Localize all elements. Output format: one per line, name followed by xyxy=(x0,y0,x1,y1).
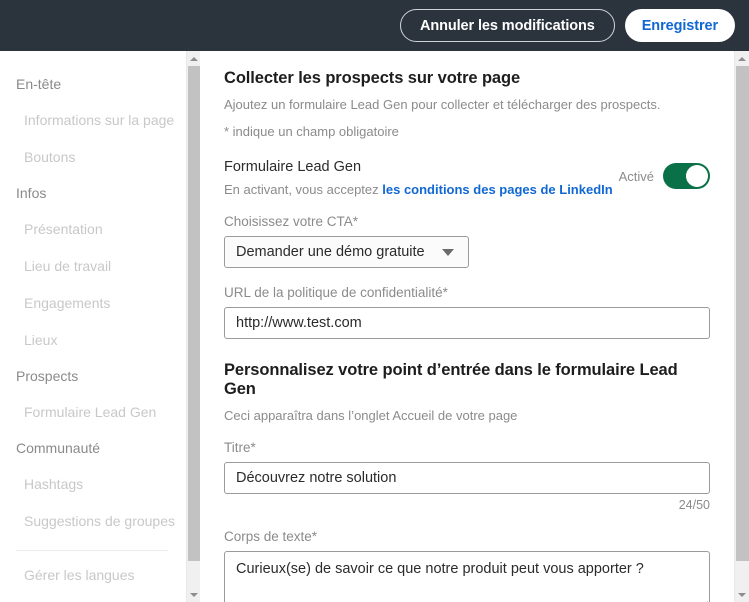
title-field: Titre* 24/50 xyxy=(224,440,710,512)
sidebar-item-lieux[interactable]: Lieux xyxy=(0,322,186,359)
sidebar-item-engagements[interactable]: Engagements xyxy=(0,285,186,322)
body-field: Corps de texte* Expliquez aux membres ce… xyxy=(224,529,710,602)
sidebar-scrollbar[interactable] xyxy=(186,51,201,602)
lead-gen-toggle-row: Formulaire Lead Gen En activant, vous ac… xyxy=(224,158,710,197)
scroll-down-arrow-icon[interactable] xyxy=(187,587,201,602)
toggle-control-block: Activé xyxy=(619,158,710,189)
sidebar-item-presentation[interactable]: Présentation xyxy=(0,211,186,248)
required-field-note: * indique un champ obligatoire xyxy=(224,124,399,139)
lead-gen-form-label: Formulaire Lead Gen xyxy=(224,159,362,175)
body-textarea[interactable] xyxy=(224,551,710,602)
toggle-state-label: Activé xyxy=(618,168,654,184)
title-input[interactable] xyxy=(224,462,710,494)
sidebar-divider xyxy=(16,550,168,551)
linkedin-pages-terms-link[interactable]: les conditions des pages de LinkedIn xyxy=(382,182,612,197)
top-action-bar: Annuler les modifications Enregistrer xyxy=(0,0,749,51)
toggle-knob xyxy=(686,165,708,187)
entry-point-section-title: Personnalisez votre point d’entrée dans … xyxy=(224,361,678,398)
scroll-up-arrow-icon[interactable] xyxy=(187,51,201,66)
save-button[interactable]: Enregistrer xyxy=(624,9,735,42)
scroll-up-arrow-icon[interactable] xyxy=(735,51,749,66)
toggle-text-block: Formulaire Lead Gen En activant, vous ac… xyxy=(224,158,613,197)
privacy-url-field: URL de la politique de confidentialité* xyxy=(224,285,710,339)
scroll-down-arrow-icon[interactable] xyxy=(735,587,749,602)
privacy-url-input[interactable] xyxy=(224,307,710,339)
chevron-down-icon xyxy=(442,249,454,256)
cancel-changes-button[interactable]: Annuler les modifications xyxy=(399,9,615,42)
privacy-url-label: URL de la politique de confidentialité* xyxy=(224,285,448,300)
page-body: En-tête Informations sur la page Boutons In… xyxy=(0,51,749,602)
sidebar-group-infos: Infos xyxy=(16,185,47,201)
sidebar-item-formulaire-lead-gen[interactable]: Formulaire Lead Gen xyxy=(0,394,186,431)
cta-selected-value: Demander une démo gratuite xyxy=(236,244,425,260)
cta-field: Choisissez votre CTA* Demander une démo … xyxy=(224,214,710,268)
sidebar-item-lieu-de-travail[interactable]: Lieu de travail xyxy=(0,248,186,285)
title-label: Titre* xyxy=(224,440,256,455)
cta-label: Choisissez votre CTA* xyxy=(224,214,359,229)
body-label: Corps de texte* xyxy=(224,529,318,544)
sidebar-item-gerer-les-langues[interactable]: Gérer les langues xyxy=(0,557,186,594)
lead-gen-toggle-switch[interactable] xyxy=(663,163,710,189)
sidebar-group-en-tete: En-tête xyxy=(16,76,62,92)
page-title: Collecter les prospects sur votre page xyxy=(224,69,521,87)
terms-consent-text: En activant, vous acceptez les condition… xyxy=(224,182,613,197)
cta-select[interactable]: Demander une démo gratuite xyxy=(224,236,469,268)
sidebar-item-informations-sur-la-page[interactable]: Informations sur la page xyxy=(0,102,186,139)
title-char-counter: 24/50 xyxy=(678,498,710,512)
sidebar-group-prospects: Prospects xyxy=(16,368,79,384)
sidebar-item-suggestions-de-groupes[interactable]: Suggestions de groupes xyxy=(0,503,186,540)
content-scrollbar-thumb[interactable] xyxy=(736,66,749,561)
sidebar-item-boutons[interactable]: Boutons xyxy=(0,139,186,176)
sidebar-nav: En-tête Informations sur la page Boutons In… xyxy=(0,51,186,602)
lead-gen-form-panel: Collecter les prospects sur votre page A… xyxy=(200,51,734,602)
terms-consent-prefix: En activant, vous acceptez xyxy=(224,182,383,197)
sidebar-group-communaute: Communauté xyxy=(16,440,101,456)
content-scrollbar[interactable] xyxy=(734,51,749,602)
entry-point-section-subtitle: Ceci apparaîtra dans l’onglet Accueil de… xyxy=(224,408,518,423)
page-subtitle: Ajoutez un formulaire Lead Gen pour coll… xyxy=(224,97,661,112)
sidebar-item-hashtags[interactable]: Hashtags xyxy=(0,466,186,503)
sidebar: En-tête Informations sur la page Boutons In… xyxy=(0,51,201,602)
content-area: Collecter les prospects sur votre page A… xyxy=(200,51,749,602)
